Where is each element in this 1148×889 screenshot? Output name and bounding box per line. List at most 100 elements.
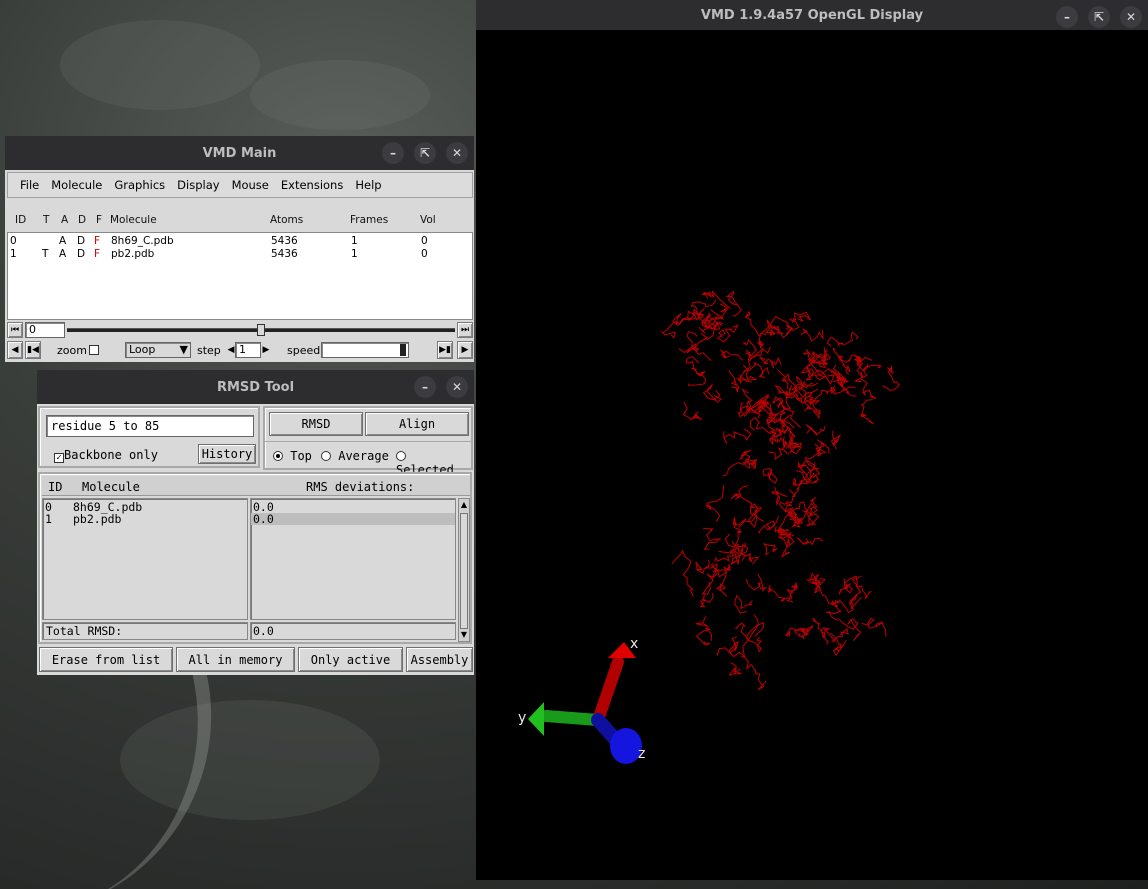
col-d[interactable]: D [78,214,86,226]
scroll-up-icon[interactable]: ▲ [460,500,468,510]
menu-file[interactable]: File [14,178,45,192]
header-id: ID [48,480,63,494]
molecule-render: x y z [518,290,901,764]
mol-fixed[interactable]: F [94,235,100,247]
step-decrease-icon[interactable]: ◀ [227,342,235,358]
step-input[interactable]: 1 [235,342,261,358]
chevron-down-icon: ▼ [179,343,188,356]
menu-extensions[interactable]: Extensions [275,178,349,192]
selection-input[interactable]: residue 5 to 85 [46,415,254,437]
step-back-icon[interactable]: ▮◀ [25,341,41,359]
col-molecule[interactable]: Molecule [110,214,157,226]
frame-slider-handle[interactable] [257,324,265,336]
selection-panel: residue 5 to 85 ✓ Backbone only History [38,406,260,468]
step-forward-icon[interactable]: ▶▮ [437,341,453,359]
goto-end-icon[interactable]: ⏭ [457,322,473,338]
header-molecule: Molecule [82,480,140,494]
rmsd-titlebar: RMSD Tool – ✕ [37,370,474,404]
animation-control-row: ◀ ▮◀ zoom Loop ▼ step ◀ 1 ▶ speed ▶▮ ▶ [7,341,473,359]
molecule-bonds [716,622,767,691]
opengl-canvas[interactable]: x y z [476,30,1148,880]
col-f[interactable]: F [96,214,102,226]
mol-vol: 0 [421,235,428,247]
action-panel: RMSD Align Top Average Selected [263,406,473,477]
header-rms: RMS deviations: [306,480,415,494]
minimize-icon[interactable]: – [414,376,436,398]
only-active-button[interactable]: Only active [298,647,403,672]
menu-molecule[interactable]: Molecule [45,178,108,192]
mol-frames: 1 [351,248,358,260]
scroll-thumb[interactable] [460,513,468,629]
results-header: ID Molecule RMS deviations: [42,476,470,496]
mol-active[interactable]: A [59,248,66,260]
list-item[interactable]: 0.0 [251,513,455,525]
vmd-main-window: VMD Main – ⇱ ✕ File Molecule Graphics Di… [5,136,474,362]
play-reverse-icon[interactable]: ◀ [7,341,23,359]
mol-drawn[interactable]: D [77,235,85,247]
loop-mode-select[interactable]: Loop ▼ [125,342,191,358]
radio-average[interactable]: Average [321,449,389,463]
total-rmsd-value: 0.0 [250,622,456,640]
rmsd-button[interactable]: RMSD [269,412,363,436]
frame-input[interactable]: 0 [25,322,65,338]
speed-slider-handle[interactable] [400,344,406,356]
axis-z-label: z [638,746,645,762]
step-increase-icon[interactable]: ▶ [262,342,270,358]
table-row[interactable]: 1 T A D F pb2.pdb 5436 1 0 [8,248,472,260]
mol-active[interactable]: A [59,235,66,247]
menu-graphics[interactable]: Graphics [108,178,171,192]
rms-results-list[interactable]: 0.0 0.0 [250,498,456,620]
minimize-icon[interactable]: – [1056,6,1078,28]
zoom-checkbox[interactable] [89,344,99,357]
molecule-results-list[interactable]: 0 8h69_C.pdb 1 pb2.pdb [42,498,248,620]
col-t[interactable]: T [43,214,49,226]
mol-fixed[interactable]: F [94,248,100,260]
maximize-icon[interactable]: ⇱ [414,142,436,164]
loop-mode-value: Loop [129,343,156,356]
minimize-icon[interactable]: – [382,142,404,164]
molecule-structure [661,290,901,691]
maximize-icon[interactable]: ⇱ [1088,6,1110,28]
erase-from-list-button[interactable]: Erase from list [39,647,173,672]
goto-start-icon[interactable]: ⏮ [7,322,23,338]
mol-drawn[interactable]: D [77,248,85,260]
assembly-button[interactable]: Assembly [406,647,473,672]
mol-id: 1 [10,248,17,260]
close-icon[interactable]: ✕ [446,376,468,398]
axes-indicator: x y z [518,636,645,764]
row-name: pb2.pdb [73,512,122,526]
col-a[interactable]: A [61,214,68,226]
radio-top[interactable]: Top [273,449,312,463]
row-rms: 0.0 [253,512,274,526]
axis-x-label: x [630,636,638,652]
table-row[interactable]: 0 A D F 8h69_C.pdb 5436 1 0 [8,235,472,247]
close-icon[interactable]: ✕ [1120,6,1142,28]
col-id[interactable]: ID [15,214,26,226]
list-item[interactable]: 0.0 [251,501,455,513]
scroll-down-icon[interactable]: ▼ [460,630,468,640]
step-label: step [197,344,221,357]
close-icon[interactable]: ✕ [446,142,468,164]
list-item[interactable]: 1 pb2.pdb [43,513,247,525]
menu-help[interactable]: Help [349,178,387,192]
backbone-only-checkbox[interactable]: ✓ Backbone only [54,448,158,463]
align-button[interactable]: Align [365,412,469,436]
molecule-bonds [705,485,824,565]
speed-slider[interactable] [321,342,409,358]
play-forward-icon[interactable]: ▶ [457,341,473,359]
col-frames[interactable]: Frames [350,214,388,226]
vmd-main-titlebar: VMD Main – ⇱ ✕ [5,136,474,170]
vmd-main-title: VMD Main [202,145,277,161]
history-button[interactable]: History [198,444,256,464]
col-atoms[interactable]: Atoms [270,214,303,226]
mol-id: 0 [10,235,17,247]
results-scrollbar[interactable]: ▲ ▼ [458,498,470,642]
molecule-list[interactable]: 0 A D F 8h69_C.pdb 5436 1 0 1 T A D F pb… [7,232,473,320]
results-panel: ID Molecule RMS deviations: 0 8h69_C.pdb… [38,472,472,644]
total-rmsd-label: Total RMSD: [42,622,248,640]
mol-top[interactable]: T [42,248,48,260]
menu-mouse[interactable]: Mouse [226,178,275,192]
all-in-memory-button[interactable]: All in memory [176,647,295,672]
col-vol[interactable]: Vol [420,214,436,226]
menu-display[interactable]: Display [171,178,225,192]
